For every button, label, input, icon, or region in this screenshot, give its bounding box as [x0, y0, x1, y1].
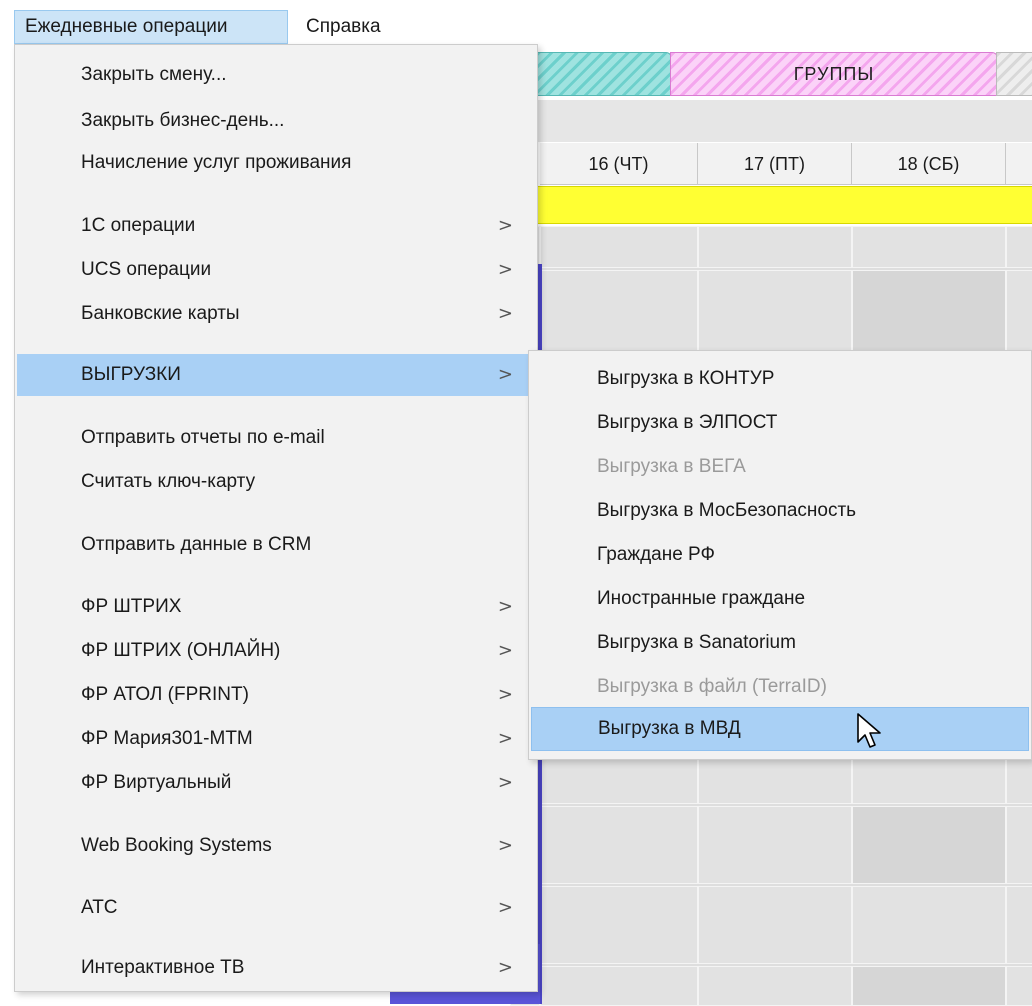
- menu-item-fr-shtrikh[interactable]: ФР ШТРИХ >: [17, 587, 535, 627]
- menu-item-label: Закрыть бизнес-день...: [81, 110, 285, 131]
- day-header-next[interactable]: [1006, 143, 1032, 185]
- submenu-item-mosbezopasnost[interactable]: Выгрузка в МосБезопасность: [531, 491, 1029, 531]
- menu-item-label: ФР ШТРИХ: [81, 596, 182, 617]
- menu-item-label: Отправить отчеты по e-mail: [81, 427, 325, 448]
- chevron-right-icon: >: [497, 835, 513, 856]
- chevron-right-icon: >: [497, 772, 513, 793]
- yellow-band: [510, 186, 1032, 224]
- menu-item-label: Банковские карты: [81, 303, 240, 324]
- tab-groups[interactable]: ГРУППЫ: [670, 52, 998, 96]
- tab-grey[interactable]: [996, 52, 1032, 96]
- submenu-item-sanatorium[interactable]: Выгрузка в Sanatorium: [531, 623, 1029, 663]
- calendar-cell[interactable]: [1006, 226, 1032, 268]
- chevron-right-icon: >: [497, 728, 513, 749]
- exports-submenu: Выгрузка в КОНТУР Выгрузка в ЭЛПОСТ Выгр…: [528, 350, 1032, 760]
- menu-item-bank-cards[interactable]: Банковские карты >: [17, 294, 535, 334]
- calendar-cell[interactable]: [540, 966, 698, 1006]
- menu-bar: Ежедневные операции Справка: [0, 0, 1032, 44]
- menu-item-read-key-card[interactable]: Считать ключ-карту: [17, 462, 535, 502]
- chevron-right-icon: >: [497, 897, 513, 918]
- menu-item-accrue-services[interactable]: Начисление услуг проживания: [17, 143, 535, 183]
- menu-item-label: Начисление услуг проживания: [81, 152, 352, 173]
- tab-groups-label: ГРУППЫ: [793, 64, 875, 84]
- chevron-right-icon: >: [497, 303, 513, 324]
- menu-item-fr-virtual[interactable]: ФР Виртуальный >: [17, 763, 535, 803]
- calendar-cell[interactable]: [1006, 806, 1032, 884]
- menu-item-label: UCS операции: [81, 259, 212, 280]
- calendar-cell[interactable]: [698, 806, 852, 884]
- menu-item-interactive-tv[interactable]: Интерактивное ТВ >: [17, 948, 535, 988]
- chevron-right-icon: >: [497, 596, 513, 617]
- calendar-cell[interactable]: [1006, 966, 1032, 1006]
- calendar-cell[interactable]: [698, 886, 852, 964]
- menu-item-label: ФР АТОЛ (FPRINT): [81, 684, 249, 705]
- daily-operations-menu: Закрыть смену... Закрыть бизнес-день... …: [14, 44, 538, 992]
- submenu-item-elpost[interactable]: Выгрузка в ЭЛПОСТ: [531, 403, 1029, 443]
- menu-item-label: ФР Мария301-МТМ: [81, 728, 253, 749]
- day-header-18[interactable]: 18 (СБ): [852, 143, 1006, 185]
- submenu-item-foreign-citizens[interactable]: Иностранные граждане: [531, 579, 1029, 619]
- calendar-cell[interactable]: [852, 806, 1006, 884]
- menu-item-label: Закрыть смену...: [81, 64, 227, 85]
- calendar-cell[interactable]: [698, 966, 852, 1006]
- menu-daily-operations[interactable]: Ежедневные операции: [14, 10, 288, 44]
- calendar-cell[interactable]: [540, 886, 698, 964]
- menu-item-ats[interactable]: АТС >: [17, 888, 535, 928]
- menu-item-close-business-day[interactable]: Закрыть бизнес-день...: [17, 101, 535, 141]
- chevron-right-icon: >: [497, 957, 513, 978]
- calendar-cell[interactable]: [852, 966, 1006, 1006]
- menu-item-close-shift[interactable]: Закрыть смену...: [17, 55, 535, 95]
- menu-item-fr-atol[interactable]: ФР АТОЛ (FPRINT) >: [17, 675, 535, 715]
- menu-item-label: Интерактивное ТВ: [81, 957, 245, 978]
- submenu-item-vega: Выгрузка в ВЕГА: [597, 456, 746, 477]
- menu-item-label: Web Booking Systems: [81, 835, 272, 856]
- menu-item-label: 1С операции: [81, 215, 196, 236]
- menu-item-label: АТС: [81, 897, 118, 918]
- menu-item-web-booking[interactable]: Web Booking Systems >: [17, 826, 535, 866]
- menu-item-label: Считать ключ-карту: [81, 471, 256, 492]
- submenu-item-mvd[interactable]: Выгрузка в МВД: [531, 707, 1029, 751]
- menu-help[interactable]: Справка: [296, 10, 406, 44]
- submenu-item-citizens-rf[interactable]: Граждане РФ: [531, 535, 1029, 575]
- chevron-right-icon: >: [497, 684, 513, 705]
- menu-item-label: ФР Виртуальный: [81, 772, 232, 793]
- chevron-right-icon: >: [497, 640, 513, 661]
- menu-item-send-crm[interactable]: Отправить данные в CRM: [17, 525, 535, 565]
- chevron-right-icon: >: [497, 259, 513, 280]
- menu-item-1c-operations[interactable]: 1С операции >: [17, 206, 535, 246]
- calendar-cell[interactable]: [852, 886, 1006, 964]
- calendar-cell[interactable]: [852, 226, 1006, 268]
- menu-item-fr-shtrikh-online[interactable]: ФР ШТРИХ (ОНЛАЙН) >: [17, 631, 535, 671]
- chevron-right-icon: >: [497, 364, 513, 385]
- calendar-cell[interactable]: [540, 226, 698, 268]
- calendar-cell[interactable]: [1006, 886, 1032, 964]
- calendar-cell[interactable]: [540, 806, 698, 884]
- menu-item-exports[interactable]: ВЫГРУЗКИ >: [17, 354, 535, 396]
- menu-item-label: Отправить данные в CRM: [81, 534, 312, 555]
- submenu-item-kontur[interactable]: Выгрузка в КОНТУР: [531, 359, 1029, 399]
- day-header-17[interactable]: 17 (ПТ): [698, 143, 852, 185]
- submenu-item-terraid: Выгрузка в файл (TerraID): [597, 676, 827, 697]
- menu-item-label: ФР ШТРИХ (ОНЛАЙН): [81, 640, 281, 661]
- menu-item-ucs-operations[interactable]: UCS операции >: [17, 250, 535, 290]
- menu-item-label: ВЫГРУЗКИ: [81, 364, 181, 385]
- calendar-cell[interactable]: [698, 226, 852, 268]
- calendar-strip: [510, 100, 1032, 142]
- chevron-right-icon: >: [497, 215, 513, 236]
- day-header-16[interactable]: 16 (ЧТ): [540, 143, 698, 185]
- menu-item-fr-mariya[interactable]: ФР Мария301-МТМ >: [17, 719, 535, 759]
- menu-item-send-reports-email[interactable]: Отправить отчеты по e-mail: [17, 418, 535, 458]
- mouse-cursor-icon: [857, 713, 881, 748]
